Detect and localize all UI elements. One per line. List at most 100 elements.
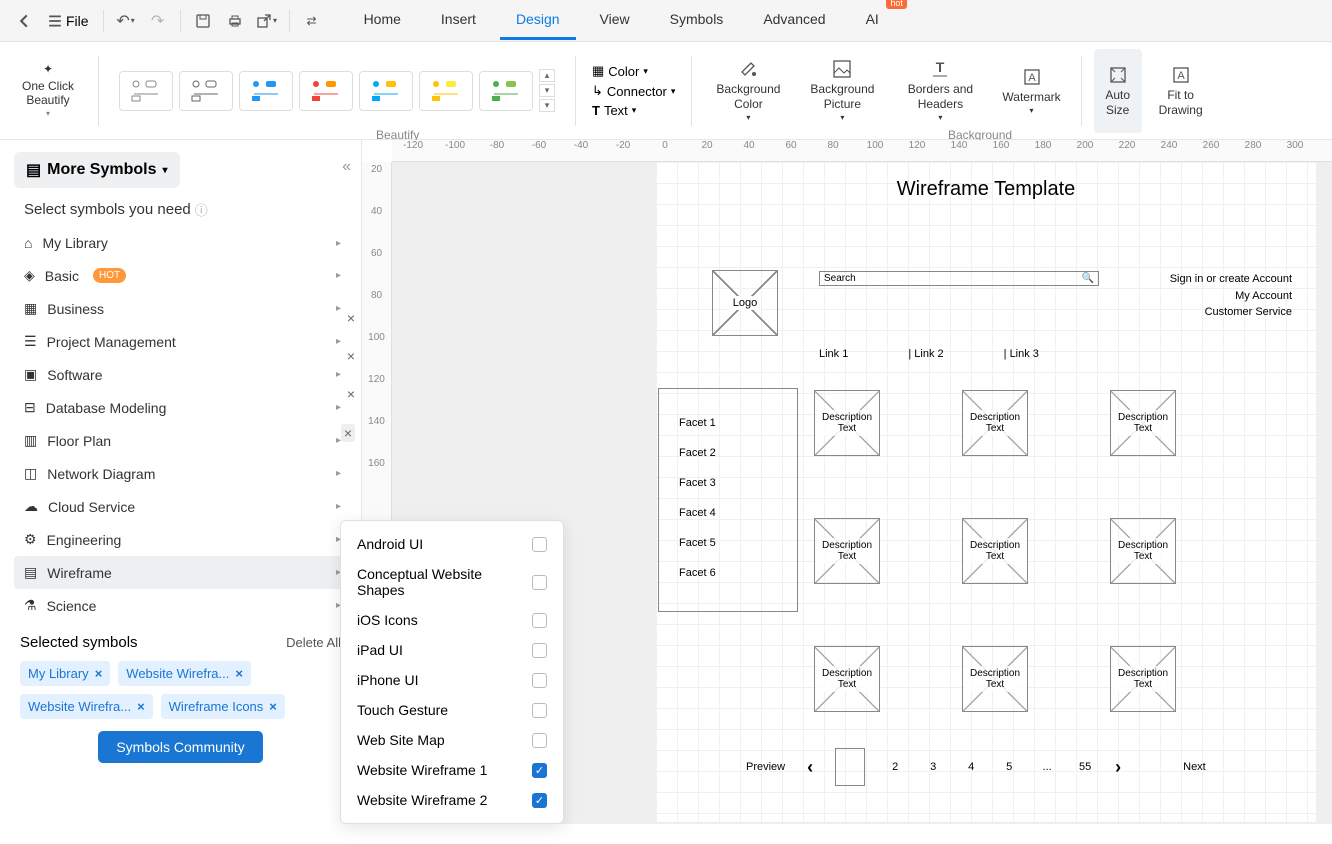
back-button[interactable] [8,5,40,37]
product-cell[interactable]: Description Text [1110,390,1176,456]
product-cell[interactable]: Description Text [1110,646,1176,712]
pager-page[interactable]: 3 [925,761,941,773]
help-icon[interactable]: ⓘ [195,200,208,219]
tab-symbols[interactable]: Symbols [654,1,740,40]
submenu-iphone[interactable]: iPhone UI [341,665,563,695]
tab-advanced[interactable]: Advanced [747,1,841,40]
my-account-link[interactable]: My Account [1170,288,1292,305]
export-button[interactable]: ▾ [251,5,283,37]
text-dropdown[interactable]: TText▾ [592,103,675,118]
product-cell[interactable]: Description Text [1110,518,1176,584]
signin-link[interactable]: Sign in or create Account [1170,271,1292,288]
submenu-android-ui[interactable]: Android UI [341,529,563,559]
category-cloud[interactable]: ☁Cloud Service▸ [14,490,347,523]
chip-remove-button[interactable]: × [235,666,243,681]
category-floor-plan[interactable]: ▥Floor Plan▸ [14,424,347,457]
product-cell[interactable]: Description Text [814,518,880,584]
category-project-mgmt[interactable]: ☰Project Management▸ [14,325,347,358]
close-panel-button[interactable]: × [347,310,355,326]
collapse-sidebar-button[interactable]: « [342,158,351,176]
category-my-library[interactable]: ⌂My Library▸ [14,227,347,259]
more-symbols-dropdown[interactable]: ▤ More Symbols ▾ [14,152,180,188]
facet-1[interactable]: Facet 1 [679,417,777,429]
file-menu[interactable]: File [40,5,97,37]
category-database[interactable]: ⊟Database Modeling▸ [14,391,347,424]
pager-page[interactable]: 5 [1001,761,1017,773]
submenu-touch[interactable]: Touch Gesture [341,695,563,725]
fit-drawing-button[interactable]: AFit to Drawing [1156,64,1206,117]
facet-5[interactable]: Facet 5 [679,537,777,549]
watermark-button[interactable]: AWatermark▾ [1002,66,1060,116]
tab-view[interactable]: View [584,1,646,40]
theme-option[interactable] [299,71,353,111]
undo-button[interactable]: ↶▾ [110,5,142,37]
delete-all-button[interactable]: Delete All [286,635,341,650]
wireframe-search-box[interactable]: Search🔍 [819,271,1099,286]
wireframe-facets[interactable]: Facet 1 Facet 2 Facet 3 Facet 4 Facet 5 … [658,388,798,612]
submenu-ios-icons[interactable]: iOS Icons [341,605,563,635]
category-business[interactable]: ▦Business▸ [14,292,347,325]
auto-size-button[interactable]: Auto Size [1098,64,1138,117]
chip-remove-button[interactable]: × [95,666,103,681]
theme-option[interactable] [419,71,473,111]
category-network[interactable]: ◫Network Diagram▸ [14,457,347,490]
close-panel-button[interactable]: × [347,348,355,364]
product-cell[interactable]: Description Text [814,646,880,712]
pager-preview[interactable]: Preview [746,761,785,773]
pager-page[interactable]: 4 [963,761,979,773]
submenu-conceptual[interactable]: Conceptual Website Shapes [341,559,563,605]
category-wireframe[interactable]: ▤Wireframe▸ [14,556,347,589]
category-software[interactable]: ▣Software▸ [14,358,347,391]
theme-option[interactable] [479,71,533,111]
product-cell[interactable]: Description Text [962,646,1028,712]
facet-4[interactable]: Facet 4 [679,507,777,519]
save-button[interactable] [187,5,219,37]
pager-page[interactable]: 55 [1077,761,1093,773]
nav-link-3[interactable]: | Link 3 [1004,348,1039,360]
submenu-wf2[interactable]: Website Wireframe 2✓ [341,785,563,815]
submenu-ipad[interactable]: iPad UI [341,635,563,665]
tab-insert[interactable]: Insert [425,1,492,40]
connector-dropdown[interactable]: ↳Connector▾ [592,83,675,99]
symbols-community-button[interactable]: Symbols Community [98,731,262,763]
pager-next[interactable]: Next [1183,761,1206,773]
wireframe-logo-placeholder[interactable]: Logo [712,270,778,336]
pager-prev-icon[interactable]: ‹ [807,757,813,778]
borders-headers-button[interactable]: TBorders and Headers▾ [900,58,980,122]
theme-option[interactable] [119,71,173,111]
category-science[interactable]: ⚗Science▸ [14,589,347,622]
facet-3[interactable]: Facet 3 [679,477,777,489]
facet-2[interactable]: Facet 2 [679,447,777,459]
theme-option[interactable] [359,71,413,111]
one-click-beautify-button[interactable]: ✦ One Click Beautify ▾ [18,62,78,119]
wireframe-page[interactable]: Wireframe Template Logo Search🔍 Sign in … [656,162,1316,822]
tab-design[interactable]: Design [500,1,576,40]
gallery-more-button[interactable]: ▾ [539,99,555,112]
pager-next-icon[interactable]: › [1115,757,1121,778]
gallery-down-button[interactable]: ▾ [539,84,555,97]
gallery-up-button[interactable]: ▴ [539,69,555,82]
submenu-sitemap[interactable]: Web Site Map [341,725,563,755]
category-basic[interactable]: ◈BasicHOT▸ [14,259,347,292]
product-cell[interactable]: Description Text [962,390,1028,456]
category-engineering[interactable]: ⚙Engineering▸ [14,523,347,556]
facet-6[interactable]: Facet 6 [679,567,777,579]
chip-remove-button[interactable]: × [269,699,277,714]
product-cell[interactable]: Description Text [962,518,1028,584]
bg-picture-button[interactable]: Background Picture▾ [806,58,878,122]
theme-option[interactable] [179,71,233,111]
print-button[interactable] [219,5,251,37]
theme-option[interactable] [239,71,293,111]
color-dropdown[interactable]: ▦Color▾ [592,63,675,79]
nav-link-1[interactable]: Link 1 [819,348,848,360]
chip-remove-button[interactable]: × [137,699,145,714]
close-panel-button[interactable]: × [341,424,355,442]
tab-ai[interactable]: AIhot [850,1,895,40]
more-toolbar-button[interactable]: ⇄ [296,5,328,37]
nav-link-2[interactable]: | Link 2 [908,348,943,360]
tab-home[interactable]: Home [348,1,417,40]
pager-page[interactable]: 2 [887,761,903,773]
redo-button[interactable]: ↷ [142,5,174,37]
close-panel-button[interactable]: × [347,386,355,402]
pager-current[interactable] [835,748,865,786]
